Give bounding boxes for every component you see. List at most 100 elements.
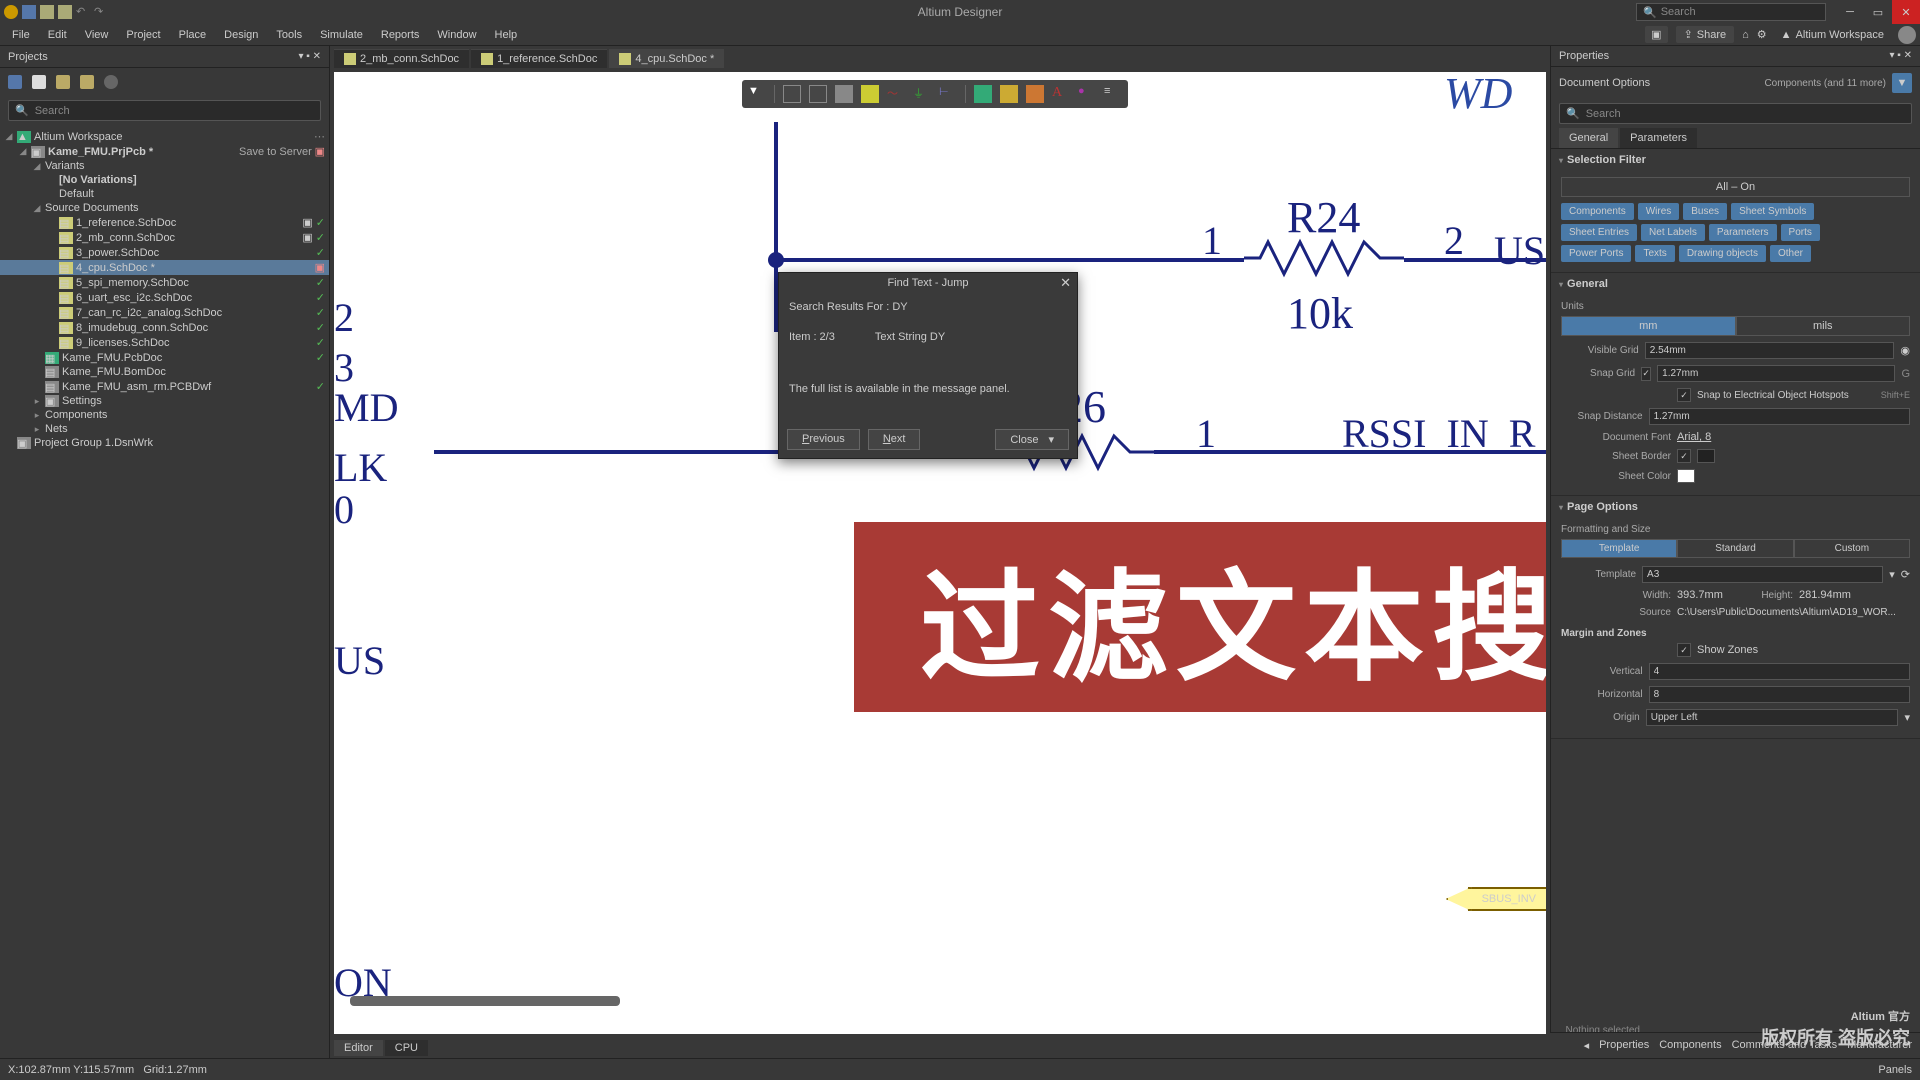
tree-default[interactable]: Default: [0, 187, 329, 201]
tree-doc[interactable]: ▤7_can_rc_i2c_analog.SchDoc✓: [0, 305, 329, 320]
properties-search[interactable]: 🔍 Search: [1559, 103, 1912, 124]
save-all-icon[interactable]: [8, 75, 22, 89]
snap-grid-input[interactable]: [1657, 365, 1895, 382]
minimize-button[interactable]: ─: [1836, 0, 1864, 24]
tree-doc[interactable]: ▤3_power.SchDoc✓: [0, 245, 329, 260]
tool-dot[interactable]: ●: [1078, 85, 1096, 103]
filter-chip[interactable]: Other: [1770, 245, 1811, 262]
tool-select[interactable]: [783, 85, 801, 103]
tab-active[interactable]: 4_cpu.SchDoc *: [609, 49, 724, 68]
visible-grid-input[interactable]: [1645, 342, 1895, 359]
dropdown-icon[interactable]: ▾: [1904, 711, 1910, 724]
tree-components[interactable]: ▸Components: [0, 408, 329, 422]
new-folder-icon[interactable]: [56, 75, 70, 89]
footer-tab[interactable]: Properties: [1599, 1039, 1649, 1052]
projects-search[interactable]: 🔍 Search: [8, 100, 321, 121]
editor-tab[interactable]: CPU: [385, 1040, 428, 1056]
snap-hotspots-check[interactable]: ✓: [1677, 388, 1691, 402]
filter-icon[interactable]: ▼: [748, 85, 766, 103]
maximize-button[interactable]: ▭: [1864, 0, 1892, 24]
next-button[interactable]: Next: [868, 429, 921, 450]
tree-source-docs[interactable]: ◢Source Documents: [0, 201, 329, 215]
tab-general[interactable]: General: [1559, 128, 1618, 148]
menu-window[interactable]: Window: [429, 27, 484, 43]
footer-tab[interactable]: Comments and Tasks: [1732, 1039, 1838, 1052]
filter-chip[interactable]: Sheet Entries: [1561, 224, 1637, 241]
tool-net[interactable]: ⊢: [939, 85, 957, 103]
footer-scroll-left[interactable]: ◂: [1584, 1039, 1590, 1052]
tree-nets[interactable]: ▸Nets: [0, 422, 329, 436]
tree-workspace[interactable]: ◢▲Altium Workspace⋯: [0, 129, 329, 144]
menu-help[interactable]: Help: [487, 27, 526, 43]
horizontal-input[interactable]: [1649, 686, 1910, 703]
tree-project[interactable]: ◢▣Kame_FMU.PrjPcb *Save to Server ▣: [0, 144, 329, 159]
editor-tab[interactable]: Editor: [334, 1040, 383, 1056]
filter-chip[interactable]: Drawing objects: [1679, 245, 1766, 262]
menu-reports[interactable]: Reports: [373, 27, 428, 43]
panels-button[interactable]: Panels: [1878, 1064, 1912, 1076]
tab[interactable]: 1_reference.SchDoc: [471, 49, 607, 68]
undo-icon[interactable]: ↶: [76, 5, 90, 19]
tree-doc[interactable]: ▤1_reference.SchDoc▣ ✓: [0, 215, 329, 230]
snap-distance-input[interactable]: [1649, 408, 1910, 425]
filter-toggle[interactable]: ▼: [1892, 73, 1912, 93]
open-icon[interactable]: [40, 5, 54, 19]
tree-pcb[interactable]: ▦Kame_FMU.PcbDoc✓: [0, 350, 329, 365]
visibility-icon[interactable]: ◉: [1900, 344, 1910, 357]
filter-chip[interactable]: Ports: [1781, 224, 1820, 241]
tree-doc[interactable]: ▤8_imudebug_conn.SchDoc✓: [0, 320, 329, 335]
all-on-toggle[interactable]: All – On: [1561, 177, 1910, 197]
filter-chip[interactable]: Wires: [1638, 203, 1680, 220]
format-toggle[interactable]: TemplateStandardCustom: [1561, 539, 1910, 558]
panel-controls[interactable]: ▾ ▪ ✕: [1890, 50, 1913, 62]
menu-place[interactable]: Place: [171, 27, 215, 43]
new-icon[interactable]: [32, 75, 46, 89]
folder-icon[interactable]: [58, 5, 72, 19]
workspace-button[interactable]: ▲Altium Workspace: [1775, 27, 1890, 43]
menu-view[interactable]: View: [77, 27, 117, 43]
footer-tab[interactable]: Components: [1659, 1039, 1721, 1052]
tool-gnd[interactable]: ⏚: [913, 85, 931, 103]
dropdown-icon[interactable]: ▾: [1889, 568, 1895, 581]
cloud-icon[interactable]: ▣: [1645, 26, 1667, 43]
schematic-canvas[interactable]: ▼ ～ ⏚ ⊢ A ● ≡ WD SWDCLK: [334, 72, 1546, 1034]
tree-doc[interactable]: ▤6_uart_esc_i2c.SchDoc✓: [0, 290, 329, 305]
template-select[interactable]: [1642, 566, 1883, 583]
snap-grid-check[interactable]: ✓: [1641, 367, 1651, 381]
sheet-color[interactable]: [1677, 469, 1695, 483]
tool-wire[interactable]: ～: [887, 85, 905, 103]
menu-tools[interactable]: Tools: [268, 27, 310, 43]
border-color[interactable]: [1697, 449, 1715, 463]
menu-project[interactable]: Project: [118, 27, 168, 43]
tool-align[interactable]: [835, 85, 853, 103]
show-zones-check[interactable]: ✓: [1677, 643, 1691, 657]
tool-rect[interactable]: [809, 85, 827, 103]
reload-icon[interactable]: ⟳: [1901, 568, 1910, 581]
home-icon[interactable]: ⌂: [1742, 29, 1749, 41]
previous-button[interactable]: Previous: [787, 429, 860, 450]
tab-parameters[interactable]: Parameters: [1620, 128, 1697, 148]
filter-chip[interactable]: Net Labels: [1641, 224, 1705, 241]
close-button[interactable]: ✕: [1892, 0, 1920, 24]
doc-font-value[interactable]: Arial, 8: [1677, 431, 1910, 443]
user-avatar[interactable]: [1898, 26, 1916, 44]
units-toggle[interactable]: mmmils: [1561, 316, 1910, 336]
tool-color[interactable]: [861, 85, 879, 103]
origin-select[interactable]: [1646, 709, 1899, 726]
tree-doc-active[interactable]: ▤4_cpu.SchDoc *▣: [0, 260, 329, 275]
close-button[interactable]: Close▾: [995, 429, 1069, 450]
open-folder-icon[interactable]: [80, 75, 94, 89]
tree-no-variations[interactable]: [No Variations]: [0, 173, 329, 187]
tree-doc[interactable]: ▤2_mb_conn.SchDoc▣ ✓: [0, 230, 329, 245]
object-scope[interactable]: Components (and 11 more): [1764, 78, 1886, 89]
tree-doc[interactable]: ▤9_licenses.SchDoc✓: [0, 335, 329, 350]
sheet-border-check[interactable]: ✓: [1677, 449, 1691, 463]
menu-design[interactable]: Design: [216, 27, 266, 43]
menu-file[interactable]: File: [4, 27, 38, 43]
tree-doc[interactable]: ▤5_spi_memory.SchDoc✓: [0, 275, 329, 290]
tree-variants[interactable]: ◢Variants: [0, 159, 329, 173]
tab[interactable]: 2_mb_conn.SchDoc: [334, 49, 469, 68]
tool-harness[interactable]: [1026, 85, 1044, 103]
tree-bom[interactable]: ▤Kame_FMU.BomDoc: [0, 365, 329, 379]
vertical-input[interactable]: [1649, 663, 1910, 680]
